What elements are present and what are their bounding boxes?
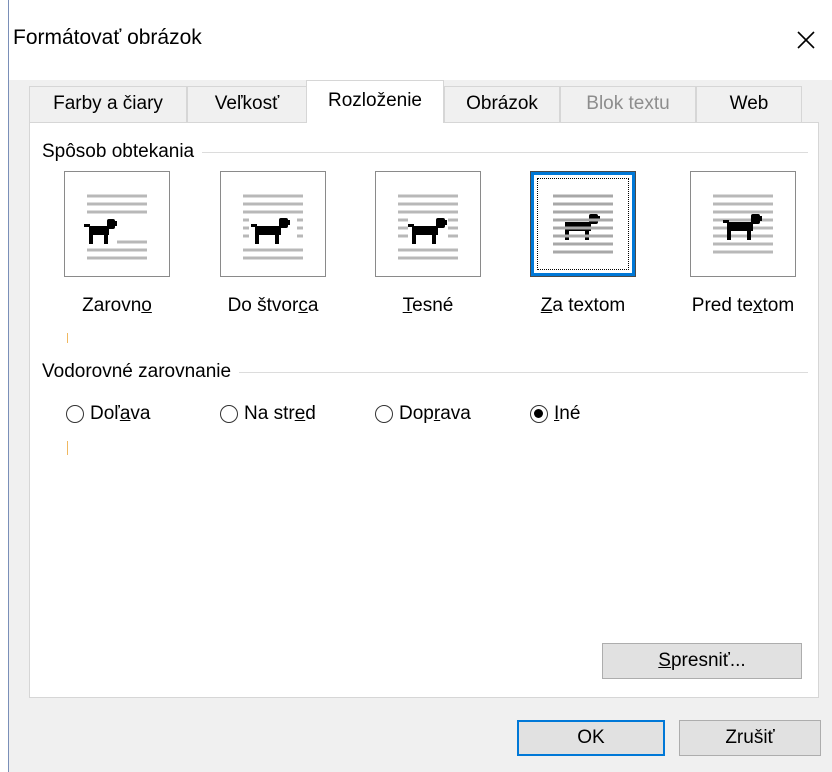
square-wrap-icon — [243, 194, 303, 260]
inline-wrap-icon — [84, 194, 147, 260]
text-caret-mark — [67, 441, 68, 455]
wrap-square-option[interactable] — [220, 171, 326, 277]
tab-web[interactable]: Web — [696, 86, 802, 122]
tab-picture[interactable]: Obrázok — [444, 86, 560, 122]
radio-circle-checked[interactable] — [530, 405, 548, 423]
align-right-label: Doprava — [399, 403, 471, 424]
align-other-radio[interactable]: Iné — [530, 403, 580, 425]
advanced-button[interactable]: Spresniť... — [602, 643, 802, 679]
alignment-group-label: Vodorovné zarovnanie — [42, 361, 240, 383]
tab-colors-and-lines[interactable]: Farby a čiary — [29, 86, 187, 122]
tab-size[interactable]: Veľkosť — [187, 86, 307, 122]
radio-circle[interactable] — [66, 405, 84, 423]
align-center-radio[interactable]: Na stred — [220, 403, 316, 425]
align-right-radio[interactable]: Doprava — [375, 403, 471, 425]
close-button[interactable] — [785, 22, 827, 58]
tight-wrap-icon — [398, 194, 458, 260]
align-left-label: Doľava — [90, 403, 151, 424]
dialog-title: Formátovať obrázok — [13, 26, 202, 49]
close-icon — [797, 31, 815, 49]
ok-button[interactable]: OK — [517, 720, 665, 756]
cancel-button[interactable]: Zrušiť — [679, 720, 821, 756]
behind-text-wrap-icon — [553, 194, 613, 254]
wrapping-group-label: Spôsob obtekania — [42, 141, 203, 163]
tab-text-box: Blok textu — [560, 86, 696, 122]
wrap-inline-label: Zarovno — [82, 295, 152, 316]
wrap-in-front-label: Pred textom — [691, 295, 795, 316]
in-front-of-text-wrap-icon — [713, 194, 773, 254]
wrap-tight-label: Tesné — [402, 295, 454, 316]
wrap-tight-option[interactable] — [375, 171, 481, 277]
wrap-behind-text-option[interactable] — [530, 171, 636, 277]
wrap-inline-option[interactable] — [64, 171, 170, 277]
wrap-in-front-option[interactable] — [690, 171, 796, 277]
align-other-label: Iné — [554, 403, 581, 424]
text-caret-mark — [67, 333, 68, 343]
format-picture-dialog: Formátovať obrázok Farby a čiary Veľkosť… — [8, 0, 832, 772]
wrap-square-label: Do štvorca — [227, 295, 319, 316]
title-bar: Formátovať obrázok — [9, 0, 832, 80]
layout-tab-panel: Spôsob obtekania Zarovno Do štvorca Tesn… — [29, 122, 819, 698]
tab-layout[interactable]: Rozloženie — [306, 80, 444, 123]
radio-circle[interactable] — [375, 405, 393, 423]
wrap-behind-text-label: Za textom — [540, 295, 626, 316]
radio-circle[interactable] — [220, 405, 238, 423]
align-center-label: Na stred — [244, 403, 316, 424]
align-left-radio[interactable]: Doľava — [66, 403, 150, 425]
